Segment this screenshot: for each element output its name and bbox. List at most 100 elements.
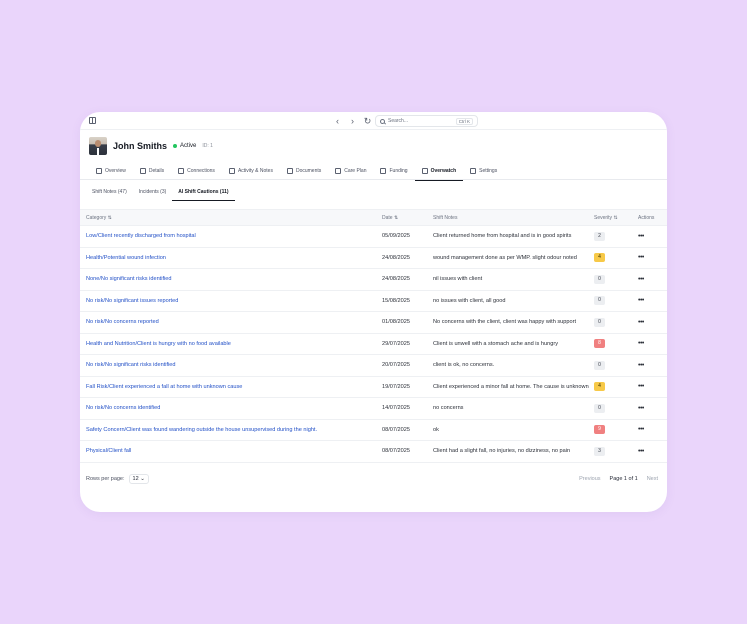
table-row[interactable]: Health/Potential wound infection 24/08/20… xyxy=(80,248,667,269)
date-cell: 24/08/2025 xyxy=(382,254,410,261)
users-icon xyxy=(178,168,185,174)
category-link[interactable]: Fall Risk/Client experienced a fall at h… xyxy=(86,384,242,390)
table-footer: Rows per page: 12 ⌄ Previous Page 1 of 1… xyxy=(80,471,667,487)
client-name: John Smiths xyxy=(113,141,168,151)
sidebar-toggle-icon[interactable] xyxy=(89,117,96,124)
table-row[interactable]: No risk/No significant issues reported 15… xyxy=(80,291,667,312)
more-actions-icon[interactable]: ••• xyxy=(638,405,644,412)
forward-arrow-icon[interactable]: › xyxy=(348,115,357,127)
table-row[interactable]: Low/Client recently discharged from hosp… xyxy=(80,226,667,248)
next-button[interactable]: Next xyxy=(647,476,658,482)
notes-cell: ok xyxy=(433,426,439,433)
severity-cell: 3 xyxy=(594,446,638,456)
subtab-incidents-3[interactable]: Incidents (3) xyxy=(133,185,173,201)
more-actions-icon[interactable]: ••• xyxy=(638,254,644,261)
more-actions-icon[interactable]: ••• xyxy=(638,362,644,369)
actions-cell: ••• xyxy=(638,254,667,261)
rows-per-page-value: 12 xyxy=(132,476,139,482)
actions-cell: ••• xyxy=(638,319,667,326)
actions-cell: ••• xyxy=(638,340,667,347)
tab-funding[interactable]: Funding xyxy=(373,162,414,180)
more-actions-icon[interactable]: ••• xyxy=(638,233,644,240)
notes-cell: no issues with client, all good xyxy=(433,297,506,304)
more-actions-icon[interactable]: ••• xyxy=(638,340,644,347)
subtab-ai-shift-cautions-11[interactable]: AI Shift Cautions (11) xyxy=(172,185,235,201)
avatar xyxy=(89,137,107,155)
category-link[interactable]: No risk/No concerns identified xyxy=(86,405,160,411)
binoculars-icon xyxy=(421,168,428,174)
table-row[interactable]: No risk/No concerns identified 14/07/2025… xyxy=(80,398,667,420)
reload-icon[interactable]: ↻ xyxy=(363,115,372,127)
tab-care-plan[interactable]: Care Plan xyxy=(328,162,373,180)
rows-per-page-select[interactable]: 12 ⌄ xyxy=(128,474,149,484)
actions-cell: ••• xyxy=(638,362,667,369)
severity-badge: 0 xyxy=(594,317,605,327)
table-row[interactable]: Physical/Client fall 08/07/2025 Client had… xyxy=(80,441,667,463)
table-row[interactable]: None/No significant risks identified 24/0… xyxy=(80,269,667,291)
severity-cell: 0 xyxy=(594,274,638,284)
user-icon xyxy=(139,168,146,174)
severity-cell: 0 xyxy=(594,317,638,327)
more-actions-icon[interactable]: ••• xyxy=(638,297,644,304)
document-icon xyxy=(228,168,235,174)
table-row[interactable]: No risk/No significant risks identified 2… xyxy=(80,355,667,377)
previous-button[interactable]: Previous xyxy=(579,476,600,482)
column-header-date[interactable]: Date ⇅ xyxy=(382,215,433,221)
more-actions-icon[interactable]: ••• xyxy=(638,383,644,390)
search-placeholder: Search... xyxy=(388,118,409,124)
category-link[interactable]: Health/Potential wound infection xyxy=(86,255,166,261)
tab-label: Funding xyxy=(389,168,408,174)
status-label: Active xyxy=(180,143,197,149)
tab-label: Overwatch xyxy=(430,168,457,174)
severity-cell: 4 xyxy=(594,253,638,263)
tab-overwatch[interactable]: Overwatch xyxy=(414,162,464,181)
tab-activity-notes[interactable]: Activity & Notes xyxy=(222,162,280,180)
chevron-down-icon: ⌄ xyxy=(140,476,145,482)
more-actions-icon[interactable]: ••• xyxy=(638,319,644,326)
tab-label: Overview xyxy=(105,168,126,174)
date-cell: 01/08/2025 xyxy=(382,319,410,326)
severity-badge: 8 xyxy=(594,339,605,349)
category-link[interactable]: None/No significant risks identified xyxy=(86,276,172,282)
more-actions-icon[interactable]: ••• xyxy=(638,448,644,455)
pagination: Previous Page 1 of 1 Next xyxy=(579,476,667,482)
subtab-shift-notes-47[interactable]: Shift Notes (47) xyxy=(86,185,133,201)
tab-connections[interactable]: Connections xyxy=(171,162,222,180)
overview-icon xyxy=(96,168,102,174)
tab-details[interactable]: Details xyxy=(133,162,171,180)
app-window: ‹ › ↻ Search... Ctrl K John Smiths Activ… xyxy=(80,112,667,512)
table-row[interactable]: Safety Concern/Client was found wanderin… xyxy=(80,420,667,441)
notes-cell: Client is unwell with a stomach ache and… xyxy=(433,340,558,347)
settings-icon xyxy=(470,168,477,174)
severity-badge: 0 xyxy=(594,296,605,306)
tab-documents[interactable]: Documents xyxy=(280,162,328,180)
category-cell: No risk/No concerns identified xyxy=(80,405,382,411)
table-row[interactable]: No risk/No concerns reported 01/08/2025 No… xyxy=(80,312,667,334)
search-input[interactable]: Search... Ctrl K xyxy=(375,115,478,127)
category-link[interactable]: No risk/No significant issues reported xyxy=(86,298,178,304)
table-row[interactable]: Health and Nutrition/Client is hungry wi… xyxy=(80,334,667,355)
category-link[interactable]: No risk/No concerns reported xyxy=(86,319,159,325)
more-actions-icon[interactable]: ••• xyxy=(638,426,644,433)
category-link[interactable]: Physical/Client fall xyxy=(86,448,131,454)
tab-settings[interactable]: Settings xyxy=(463,162,504,180)
more-actions-icon[interactable]: ••• xyxy=(638,276,644,283)
search-icon xyxy=(380,118,385,124)
category-link[interactable]: Low/Client recently discharged from hosp… xyxy=(86,233,196,239)
category-link[interactable]: No risk/No significant risks identified xyxy=(86,362,176,368)
severity-badge: 0 xyxy=(594,360,605,370)
table-row[interactable]: Fall Risk/Client experienced a fall at h… xyxy=(80,377,667,398)
column-header-category[interactable]: Category ⇅ xyxy=(80,215,382,221)
back-arrow-icon[interactable]: ‹ xyxy=(333,115,342,127)
tab-overview[interactable]: Overview xyxy=(89,162,133,180)
cautions-table: Category ⇅ Date ⇅ Shift Notes Severity ⇅… xyxy=(80,209,667,463)
tab-label: Activity & Notes xyxy=(237,168,273,174)
notes-cell: nil issues with client xyxy=(433,276,483,283)
date-cell: 14/07/2025 xyxy=(382,405,410,412)
notes-cell: no concerns xyxy=(433,405,464,412)
date-cell: 29/07/2025 xyxy=(382,340,410,347)
column-header-severity[interactable]: Severity ⇅ xyxy=(594,215,638,221)
category-link[interactable]: Health and Nutrition/Client is hungry wi… xyxy=(86,341,231,347)
category-link[interactable]: Safety Concern/Client was found wanderin… xyxy=(86,427,317,433)
table-body: Low/Client recently discharged from hosp… xyxy=(80,226,667,463)
